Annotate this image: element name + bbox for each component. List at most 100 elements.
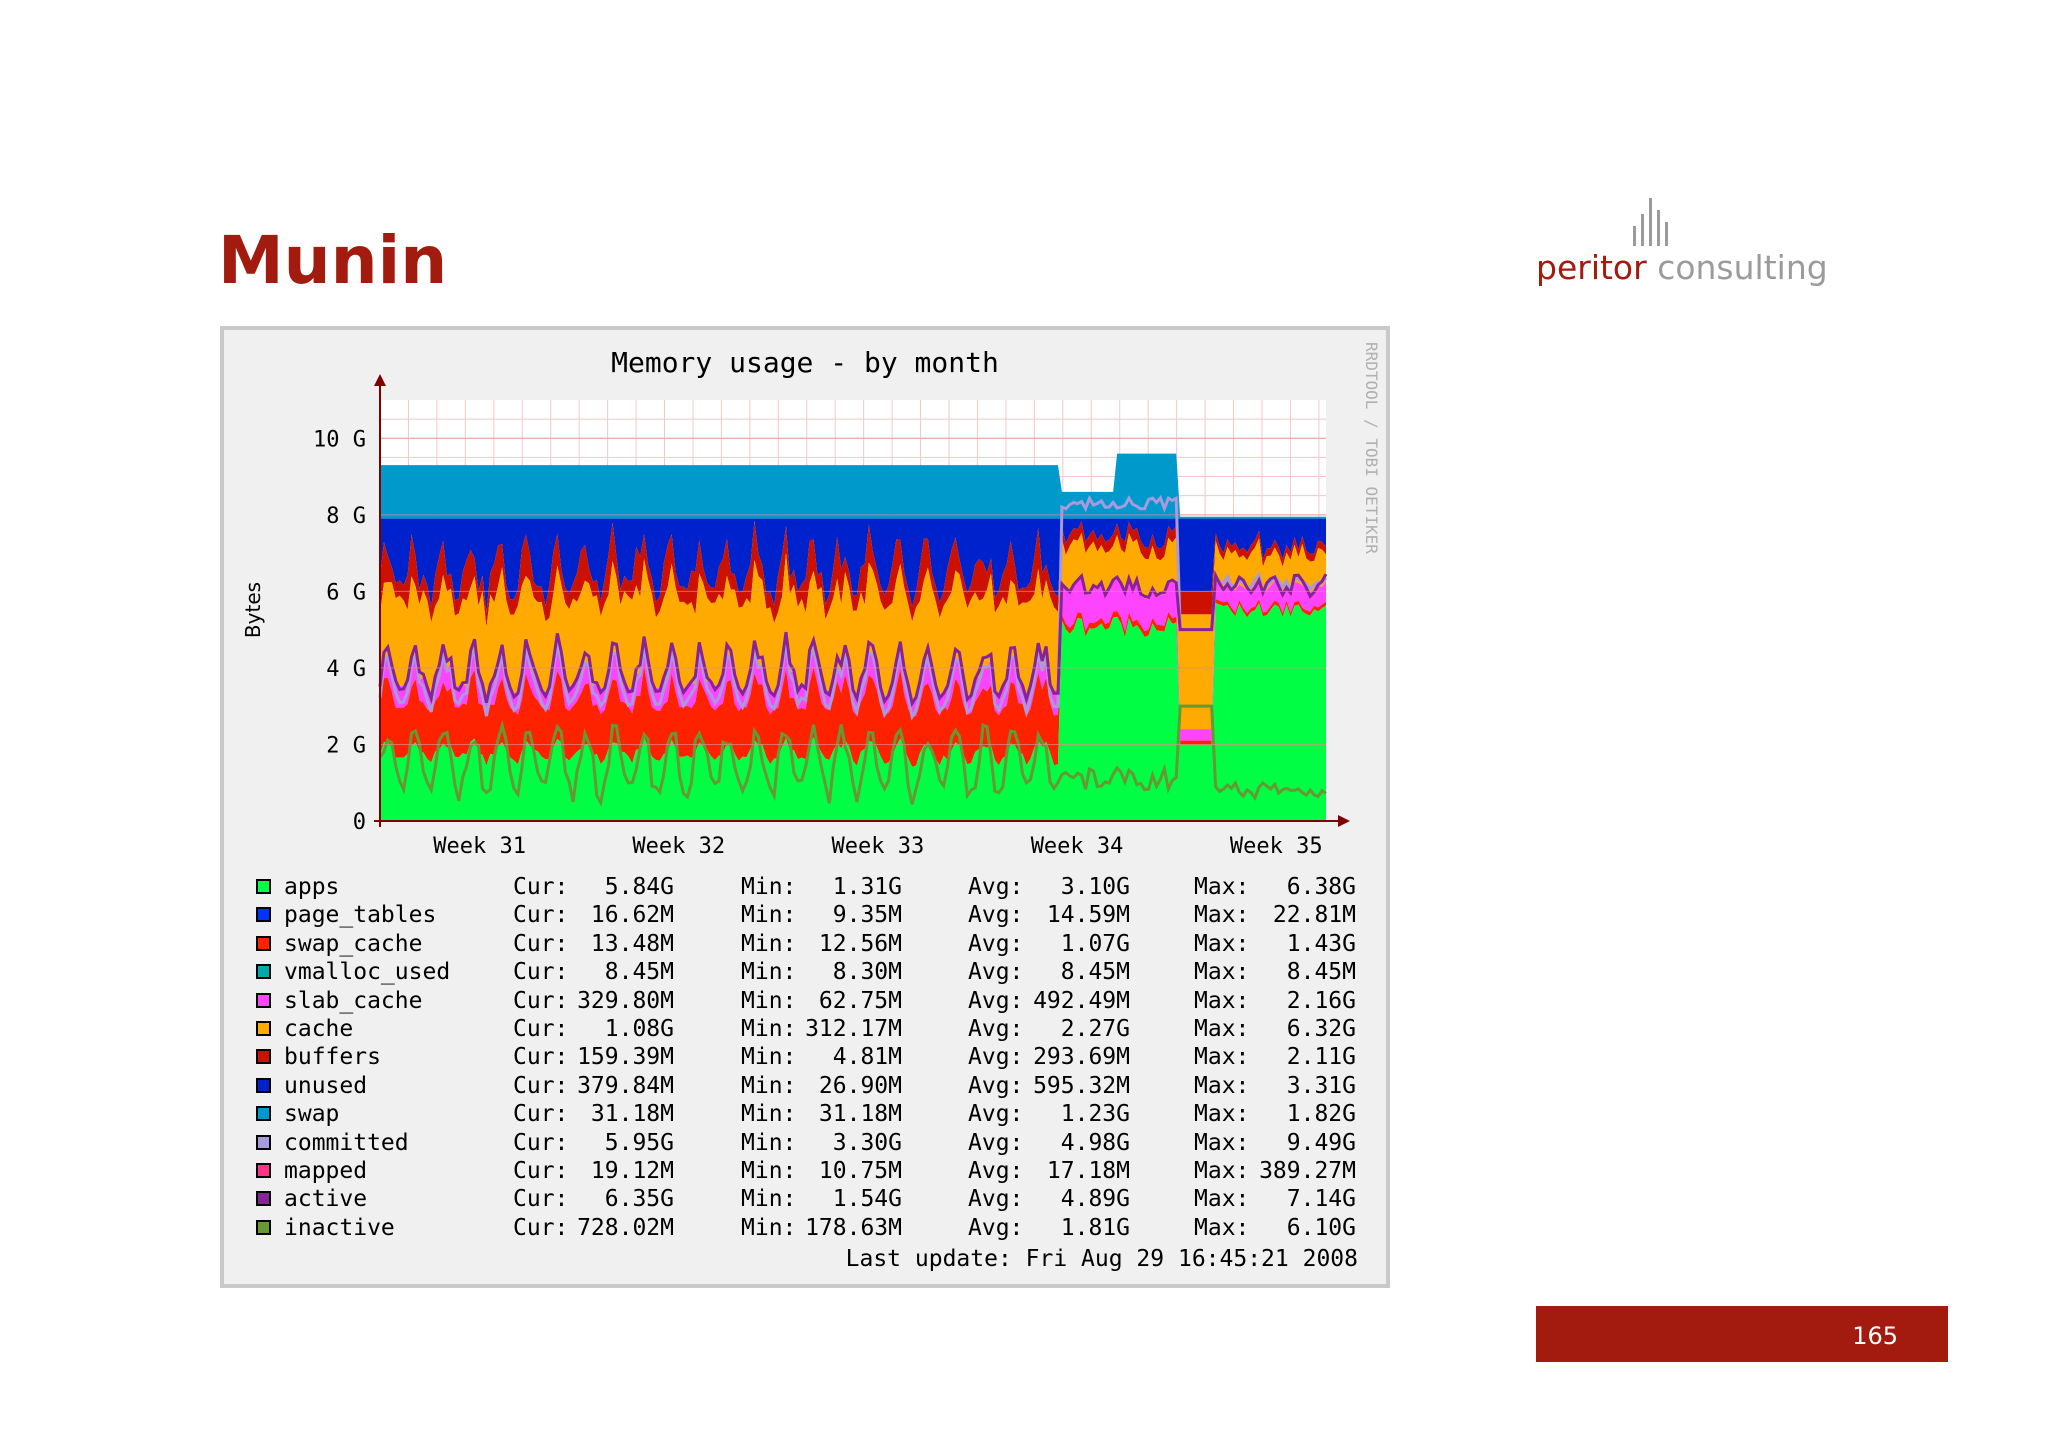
page-number-badge: 165: [1536, 1306, 1948, 1362]
legend-row-buffers: buffers Cur: 159.39M Min: 4.81M Avg: 293.69M Ma…: [256, 1044, 1356, 1072]
legend-stat-label-max: Max:: [1194, 930, 1250, 957]
legend-row-apps: apps Cur: 5.84G Min: 1.31G Avg: 3.10G Max: 6.38G: [256, 874, 1356, 902]
legend-stat-label-min: Min:: [741, 1129, 797, 1156]
legend-stat-value-avg: 1.07G: [1060, 930, 1130, 957]
legend-stat-value-cur: 1.08G: [604, 1016, 674, 1042]
legend-series-name: swap: [284, 1101, 340, 1128]
legend-stat-value-cur: 329.80M: [577, 987, 674, 1014]
legend-stat-label-max: Max:: [1194, 1129, 1250, 1156]
legend-series-name: slab_cache: [284, 987, 423, 1014]
legend-stat-value-min: 312.17M: [805, 1016, 902, 1042]
legend-stat-value-cur: 19.12M: [590, 1158, 674, 1184]
y-tick-label: 8 G: [326, 504, 366, 529]
x-tick-label: Week 34: [1031, 834, 1124, 859]
legend-stat-label-avg: Avg:: [968, 1016, 1024, 1042]
legend-stat-value-avg: 14.59M: [1046, 902, 1130, 929]
legend-stat-label-min: Min:: [741, 1072, 797, 1099]
legend-stat-label-cur: Cur:: [513, 902, 569, 929]
legend-stat-label-cur: Cur:: [513, 1044, 569, 1071]
legend-row-unused: unused Cur: 379.84M Min: 26.90M Avg: 595.32M Ma…: [256, 1073, 1356, 1101]
legend-stat-label-cur: Cur:: [513, 1214, 569, 1241]
rrdtool-watermark: RRDTOOL / TOBI OETIKER: [1362, 342, 1381, 554]
legend-stat-label-avg: Avg:: [968, 1186, 1024, 1213]
legend-stat-value-min: 62.75M: [818, 987, 902, 1014]
y-tick-label: 4 G: [326, 657, 366, 682]
x-axis-arrow: [1338, 815, 1350, 827]
legend-stat-label-max: Max:: [1194, 1072, 1250, 1099]
legend-stat-label-avg: Avg:: [968, 874, 1024, 900]
legend-series-name: swap_cache: [284, 930, 423, 957]
legend-stat-label-cur: Cur:: [513, 1158, 569, 1184]
legend-swatch: [256, 1163, 271, 1178]
legend-stat-label-min: Min:: [741, 1158, 797, 1184]
legend-swatch: [256, 907, 271, 923]
legend-stat-value-cur: 379.84M: [577, 1072, 674, 1099]
legend-row-swap: swap Cur: 31.18M Min: 31.18M Avg: 1.23G Max: 1.8…: [256, 1101, 1356, 1129]
legend-row-page_tables: page_tables Cur: 16.62M Min: 9.35M Avg: 14.59M…: [256, 902, 1356, 930]
legend-stat-value-max: 3.31G: [1286, 1072, 1356, 1099]
legend-stat-value-avg: 8.45M: [1060, 959, 1130, 986]
legend-stat-value-max: 9.49G: [1286, 1129, 1356, 1156]
legend-stat-label-min: Min:: [741, 930, 797, 957]
x-tick-label: Week 32: [632, 834, 725, 859]
y-tick-label: 6 G: [326, 580, 366, 605]
legend-stat-value-cur: 5.84G: [604, 874, 674, 900]
last-update-text: Last update: Fri Aug 29 16:45:21 2008: [845, 1246, 1358, 1272]
logo-bars-icon: [1633, 198, 1668, 246]
legend-series-name: vmalloc_used: [284, 959, 451, 986]
legend-stat-value-max: 1.82G: [1286, 1101, 1356, 1128]
legend-stat-label-avg: Avg:: [968, 1129, 1024, 1156]
legend-stat-value-max: 6.10G: [1286, 1214, 1356, 1241]
legend-stat-value-cur: 31.18M: [590, 1101, 674, 1128]
legend-stat-value-min: 4.81M: [832, 1044, 902, 1071]
legend-stat-value-avg: 595.32M: [1033, 1072, 1130, 1099]
legend-stat-value-max: 1.43G: [1286, 930, 1356, 957]
legend-row-swap_cache: swap_cache Cur: 13.48M Min: 12.56M Avg: 1.07G M…: [256, 931, 1356, 959]
logo-word-consulting: consulting: [1657, 248, 1828, 287]
legend-stat-label-min: Min:: [741, 987, 797, 1014]
legend-stat-value-max: 2.16G: [1286, 987, 1356, 1014]
legend-stat-value-avg: 17.18M: [1046, 1158, 1130, 1184]
legend-stat-label-avg: Avg:: [968, 930, 1024, 957]
legend-stat-value-max: 22.81M: [1272, 902, 1356, 929]
legend-swatch: [256, 1106, 271, 1122]
legend-stat-value-min: 8.30M: [832, 959, 902, 986]
legend-series-name: apps: [284, 874, 340, 900]
y-axis-label: Bytes: [241, 582, 265, 638]
legend-stat-value-cur: 728.02M: [577, 1214, 674, 1241]
legend-stat-label-max: Max:: [1194, 1214, 1250, 1241]
legend-stat-value-avg: 1.23G: [1060, 1101, 1130, 1128]
legend-stat-value-min: 10.75M: [818, 1158, 902, 1184]
legend-swatch: [256, 992, 271, 1008]
legend-stat-value-min: 178.63M: [805, 1214, 902, 1241]
slide-title: Munin: [218, 222, 448, 299]
legend-stat-value-avg: 3.10G: [1060, 874, 1130, 900]
legend-stat-label-min: Min:: [741, 1101, 797, 1128]
legend-stat-label-avg: Avg:: [968, 987, 1024, 1014]
legend-stat-label-min: Min:: [741, 902, 797, 929]
legend-stat-value-avg: 4.98G: [1060, 1129, 1130, 1156]
legend-stat-label-cur: Cur:: [513, 987, 569, 1014]
chart-title: Memory usage - by month: [611, 346, 999, 379]
legend-stat-label-min: Min:: [741, 874, 797, 900]
legend-stat-value-avg: 2.27G: [1060, 1016, 1130, 1042]
legend-stat-label-min: Min:: [741, 1016, 797, 1042]
legend-stat-label-cur: Cur:: [513, 1186, 569, 1213]
legend-series-name: inactive: [284, 1214, 395, 1241]
legend-series-name: page_tables: [284, 902, 437, 929]
munin-chart: 0 2 G 4 G 6 G 8 G 10 G Week 31 Week 32 Week 33 We…: [220, 326, 1390, 1288]
legend-row-vmalloc_used: vmalloc_used Cur: 8.45M Min: 8.30M Avg: 8.45M M…: [256, 959, 1356, 987]
legend-swatch: [256, 1191, 271, 1207]
logo-text: peritor consulting: [1536, 248, 1828, 287]
legend-stat-label-min: Min:: [741, 959, 797, 986]
legend-stat-label-max: Max:: [1194, 874, 1250, 900]
legend-row-slab_cache: slab_cache Cur: 329.80M Min: 62.75M Avg: 492.4…: [256, 988, 1356, 1016]
legend-stat-label-cur: Cur:: [513, 1129, 569, 1156]
legend-stat-value-max: 2.11G: [1286, 1044, 1356, 1071]
legend-stat-label-min: Min:: [741, 1186, 797, 1213]
legend-swatch: [256, 1021, 271, 1036]
legend-stat-value-max: 389.27M: [1259, 1158, 1356, 1184]
legend-stat-label-avg: Avg:: [968, 959, 1024, 986]
legend-row-committed: committed Cur: 5.95G Min: 3.30G Avg: 4.98G Max:…: [256, 1130, 1356, 1158]
legend-stat-value-cur: 13.48M: [590, 930, 674, 957]
